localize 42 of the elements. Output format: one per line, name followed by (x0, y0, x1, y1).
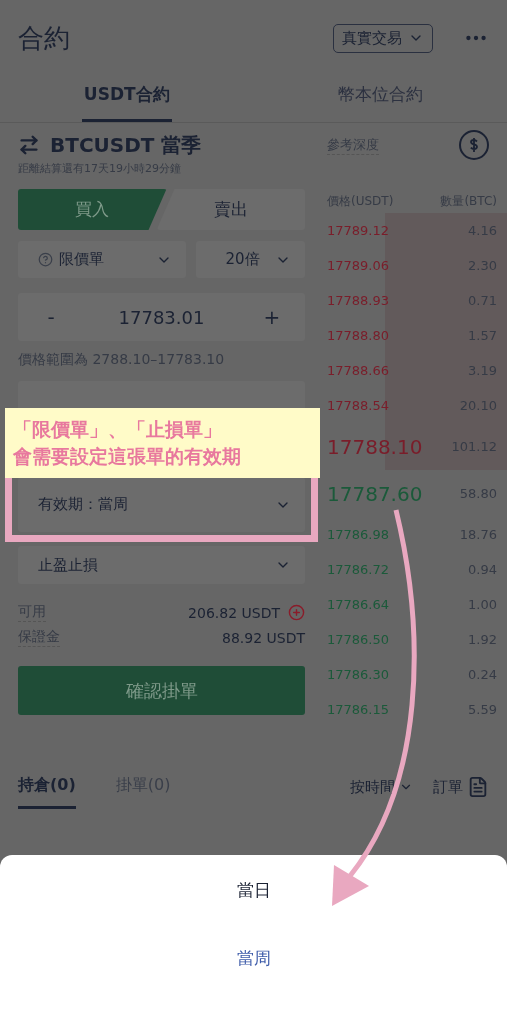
order-price: 17789.12 (327, 223, 390, 238)
contract-tab[interactable]: 幣本位合約 (335, 70, 425, 122)
validity-option[interactable]: 當周 (230, 941, 277, 975)
order-price: 17786.64 (327, 597, 390, 612)
page-title: 合約 (18, 21, 71, 55)
order-price: 17788.54 (327, 398, 390, 413)
leverage-select[interactable]: 20倍 (196, 241, 305, 278)
side-tab[interactable]: 賣出 (156, 189, 305, 230)
order-price: 17789.06 (327, 258, 390, 273)
dollar-icon[interactable] (459, 130, 489, 160)
pair-name: BTCUSDT 當季 (50, 131, 202, 159)
annotation-text: 「限價單」、「止損單」 (13, 417, 223, 442)
document-icon (467, 776, 489, 798)
price-value[interactable]: 17783.01 (66, 306, 257, 328)
order-price: 17786.15 (327, 702, 390, 717)
tp-sl-select[interactable]: 止盈止損 (18, 546, 305, 584)
order-price: 17788.80 (327, 328, 390, 343)
order-type-select[interactable]: 限價單 (18, 241, 186, 278)
side-tab[interactable]: 買入 (18, 189, 167, 230)
help-icon (38, 252, 53, 267)
minus-button[interactable]: - (36, 304, 66, 330)
order-price: 17786.72 (327, 562, 390, 577)
order-price: 17786.98 (327, 527, 390, 542)
swap-icon[interactable] (18, 134, 40, 156)
order-price: 17786.30 (327, 667, 390, 682)
account-dropdown[interactable]: 真實交易 (333, 23, 433, 53)
validity-select[interactable]: 有效期：當周 (18, 477, 305, 532)
order-price: 17786.50 (327, 632, 390, 647)
contract-tab[interactable]: USDT合約 (81, 70, 172, 122)
confirm-order-button[interactable]: 確認掛單 (18, 666, 305, 715)
add-icon[interactable] (288, 604, 305, 621)
plus-button[interactable]: + (257, 304, 287, 330)
validity-option[interactable]: 當日 (230, 873, 277, 907)
position-tab[interactable]: 持倉(0) (18, 765, 76, 809)
order-price: 17788.10 (327, 434, 423, 459)
order-price: 17787.60 (327, 481, 423, 506)
annotation-text: 會需要設定這張單的有效期 (13, 444, 242, 469)
balance-value: 206.82 USDT (188, 604, 280, 621)
order-price: 17788.66 (327, 363, 390, 378)
order-price: 17788.93 (327, 293, 390, 308)
balance-value: 88.92 USDT (222, 629, 305, 646)
orders-link[interactable]: 訂單 (433, 776, 489, 798)
